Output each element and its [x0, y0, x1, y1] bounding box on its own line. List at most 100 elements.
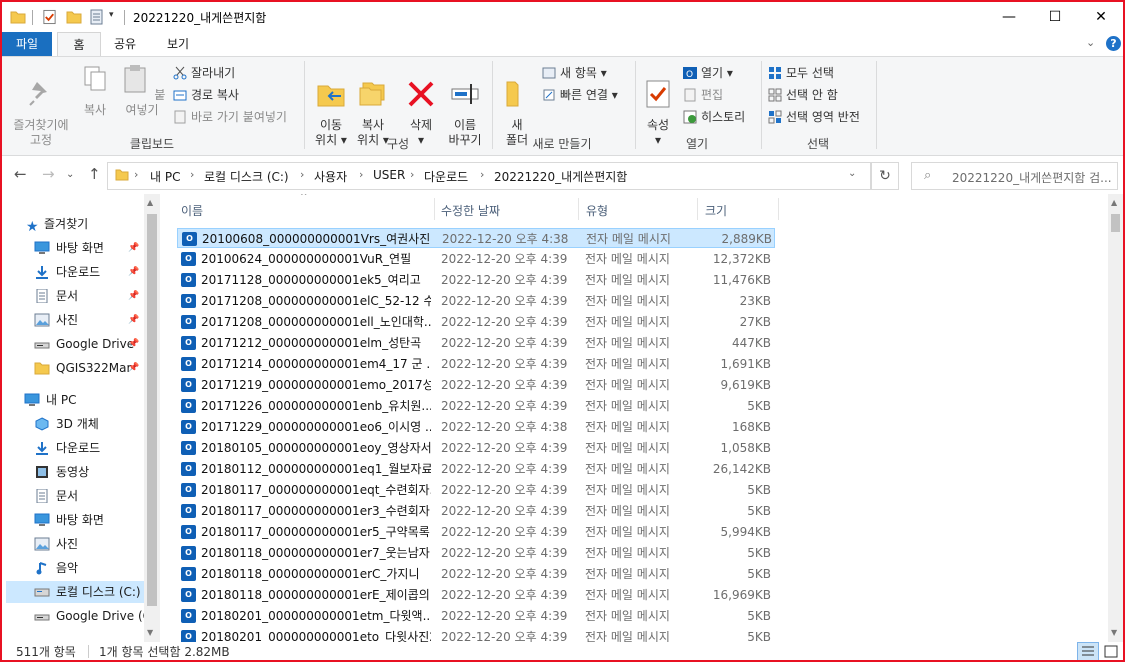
column-divider[interactable]	[697, 198, 698, 220]
table-row[interactable]: O 20180117_000000000001eqt_수련회자... 2022-12…	[177, 480, 775, 500]
open-button[interactable]: O 열기 ▾	[683, 63, 733, 83]
breadcrumb-downloads[interactable]: 다운로드	[424, 168, 468, 185]
rename-button[interactable]: 이름 바꾸기	[444, 63, 486, 148]
table-row[interactable]: O 20180201_000000000001etm_다윗액... 2022-12-…	[177, 606, 775, 626]
address-bar[interactable]: › 내 PC › 로컬 디스크 (C:) › 사용자 › USER › 다운로드…	[107, 162, 871, 190]
tab-file[interactable]: 파일	[2, 32, 52, 56]
minimize-button[interactable]: —	[986, 2, 1032, 32]
maximize-button[interactable]: ☐	[1032, 2, 1078, 32]
file-list-scrollbar[interactable]: ▲ ▼	[1108, 194, 1123, 642]
title-bar: ▾ 20221220_내게쓴편지함 — ☐ ✕	[2, 2, 1123, 32]
table-row[interactable]: O 20180112_000000000001eq1_월보자료 2022-12-20…	[177, 459, 775, 479]
table-row[interactable]: O 20180201_000000000001eto_다윗사진2 2022-12-2…	[177, 627, 775, 642]
file-size: 9,619KB	[720, 378, 771, 392]
table-row[interactable]: O 20171229_000000000001eo6_이시영 ... 2022-12…	[177, 417, 775, 437]
breadcrumb-current-folder[interactable]: 20221220_내게쓴편지함	[494, 168, 627, 185]
column-type[interactable]: 유형	[586, 202, 608, 219]
refresh-button[interactable]: ↻	[871, 162, 899, 190]
breadcrumb-users[interactable]: 사용자	[314, 168, 347, 185]
table-row[interactable]: O 20171219_000000000001emo_2017성... 2022-1…	[177, 375, 775, 395]
tab-view[interactable]: 보기	[152, 32, 204, 56]
breadcrumb-local-disk[interactable]: 로컬 디스크 (C:)	[204, 168, 289, 185]
recent-locations-chevron-icon[interactable]: ⌄	[66, 169, 74, 180]
tab-home[interactable]: 홈	[57, 32, 101, 57]
help-icon[interactable]: ?	[1106, 36, 1121, 51]
invert-selection-button[interactable]: 선택 영역 반전	[768, 107, 860, 127]
collapse-ribbon-chevron-icon[interactable]: ⌄	[1086, 36, 1095, 49]
file-size: 16,969KB	[712, 588, 771, 602]
edit-button[interactable]: 편집	[683, 85, 723, 105]
large-icons-view-button[interactable]	[1100, 642, 1122, 660]
table-row[interactable]: O 20180118_000000000001erC_가지니 2022-12-20 …	[177, 564, 775, 584]
customize-toolbar-chevron-icon[interactable]: ▾	[109, 10, 114, 20]
nav-this-pc[interactable]: 내 PC	[24, 389, 164, 411]
breadcrumb-chevron-icon[interactable]: ›	[410, 168, 414, 181]
close-button[interactable]: ✕	[1078, 2, 1123, 32]
file-type: 전자 메일 메시지	[585, 546, 670, 560]
breadcrumb-chevron-icon[interactable]: ›	[190, 168, 194, 181]
breadcrumb-chevron-icon[interactable]: ›	[480, 168, 484, 181]
table-row[interactable]: O 20180118_000000000001erE_제이콥의... 2022-12…	[177, 585, 775, 605]
scroll-down-icon[interactable]: ▼	[1111, 628, 1117, 637]
breadcrumb-this-pc[interactable]: 내 PC	[150, 168, 180, 185]
pin-quick-access-button[interactable]: 즐겨찾기에 고정	[8, 63, 74, 148]
properties-icon[interactable]	[42, 9, 57, 25]
table-row[interactable]: O 20100608_000000000001Vrs_여권사진 2022-12-20…	[177, 228, 775, 248]
copy-button[interactable]: 복사	[76, 63, 114, 118]
column-divider[interactable]	[778, 198, 779, 220]
cut-button[interactable]: 잘라내기	[173, 63, 235, 83]
easy-access-button[interactable]: 빠른 연결 ▾	[542, 85, 618, 105]
cut-label: 잘라내기	[191, 66, 236, 80]
table-row[interactable]: O 20100624_000000000001VuR_연필 2022-12-20 오…	[177, 249, 775, 269]
search-box[interactable]: ⌕ 20221220_내게쓴편지함 검...	[911, 162, 1118, 190]
nav-scroll-thumb[interactable]	[147, 214, 157, 606]
rename-icon[interactable]	[90, 9, 103, 25]
paste-shortcut-button[interactable]: 바로 가기 붙여넣기	[173, 107, 287, 127]
table-row[interactable]: O 20180105_000000000001eoy_영상자서... 2022-12…	[177, 438, 775, 458]
breadcrumb-chevron-icon[interactable]: ›	[134, 168, 138, 181]
file-list-scroll-thumb[interactable]	[1111, 214, 1120, 232]
new-folder-icon[interactable]	[66, 9, 82, 25]
table-row[interactable]: O 20171214_000000000001em4_17 군 ... 2022-1…	[177, 354, 775, 374]
column-name[interactable]: 이름	[181, 202, 203, 219]
column-divider[interactable]	[578, 198, 579, 220]
table-row[interactable]: O 20171208_000000000001ell_노인대학... 2022-12…	[177, 312, 775, 332]
details-view-button[interactable]	[1077, 642, 1099, 660]
address-history-chevron-icon[interactable]: ⌄	[848, 168, 856, 179]
forward-arrow-icon[interactable]: →	[42, 165, 55, 183]
breadcrumb-chevron-icon[interactable]: ›	[300, 168, 304, 181]
table-row[interactable]: O 20171128_000000000001ek5_여리고 2022-12-20 …	[177, 270, 775, 290]
nav-scrollbar[interactable]: ▲ ▼	[144, 194, 160, 642]
scroll-up-icon[interactable]: ▲	[147, 198, 153, 207]
history-label: 히스토리	[701, 110, 746, 124]
scissors-icon	[173, 66, 187, 80]
tab-share[interactable]: 공유	[104, 32, 146, 56]
new-item-button[interactable]: 새 항목 ▾	[542, 63, 607, 83]
table-row[interactable]: O 20180118_000000000001er7_웃는남자... 2022-12…	[177, 543, 775, 563]
select-none-button[interactable]: 선택 안 함	[768, 85, 838, 105]
scroll-down-icon[interactable]: ▼	[147, 628, 153, 637]
table-row[interactable]: O 20180117_000000000001er3_수련회자... 2022-12…	[177, 501, 775, 521]
table-row[interactable]: O 20171212_000000000001elm_성탄곡 2022-12-20 …	[177, 333, 775, 353]
history-button[interactable]: 히스토리	[683, 107, 745, 127]
paste-button[interactable]: 붙여넣기	[116, 63, 168, 118]
column-divider[interactable]	[434, 198, 435, 220]
select-all-button[interactable]: 모두 선택	[768, 63, 834, 83]
pin-icon: 📌	[128, 315, 140, 325]
item-count: 511개 항목	[16, 645, 76, 659]
move-to-button[interactable]: 이동 위치 ▾	[310, 63, 352, 148]
column-modified[interactable]: 수정한 날짜	[441, 202, 500, 219]
table-row[interactable]: O 20171208_000000000001elC_52-12 수... 2022…	[177, 291, 775, 311]
up-arrow-icon[interactable]: ↑	[88, 165, 101, 183]
outlook-message-icon: O	[181, 441, 196, 455]
column-size[interactable]: 크기	[705, 202, 727, 219]
table-row[interactable]: O 20171226_000000000001enb_유치원... 2022-12-…	[177, 396, 775, 416]
scroll-up-icon[interactable]: ▲	[1111, 198, 1117, 207]
back-arrow-icon[interactable]: ←	[14, 165, 27, 183]
breadcrumb-user[interactable]: USER	[373, 168, 405, 182]
breadcrumb-chevron-icon[interactable]: ›	[359, 168, 363, 181]
copy-path-button[interactable]: 경로 복사	[173, 85, 239, 105]
table-row[interactable]: O 20180117_000000000001er5_구약목록... 2022-12…	[177, 522, 775, 542]
nav-pc-item-disk[interactable]: 로컬 디스크 (C:)	[6, 581, 144, 603]
ribbon-divider	[635, 61, 636, 149]
